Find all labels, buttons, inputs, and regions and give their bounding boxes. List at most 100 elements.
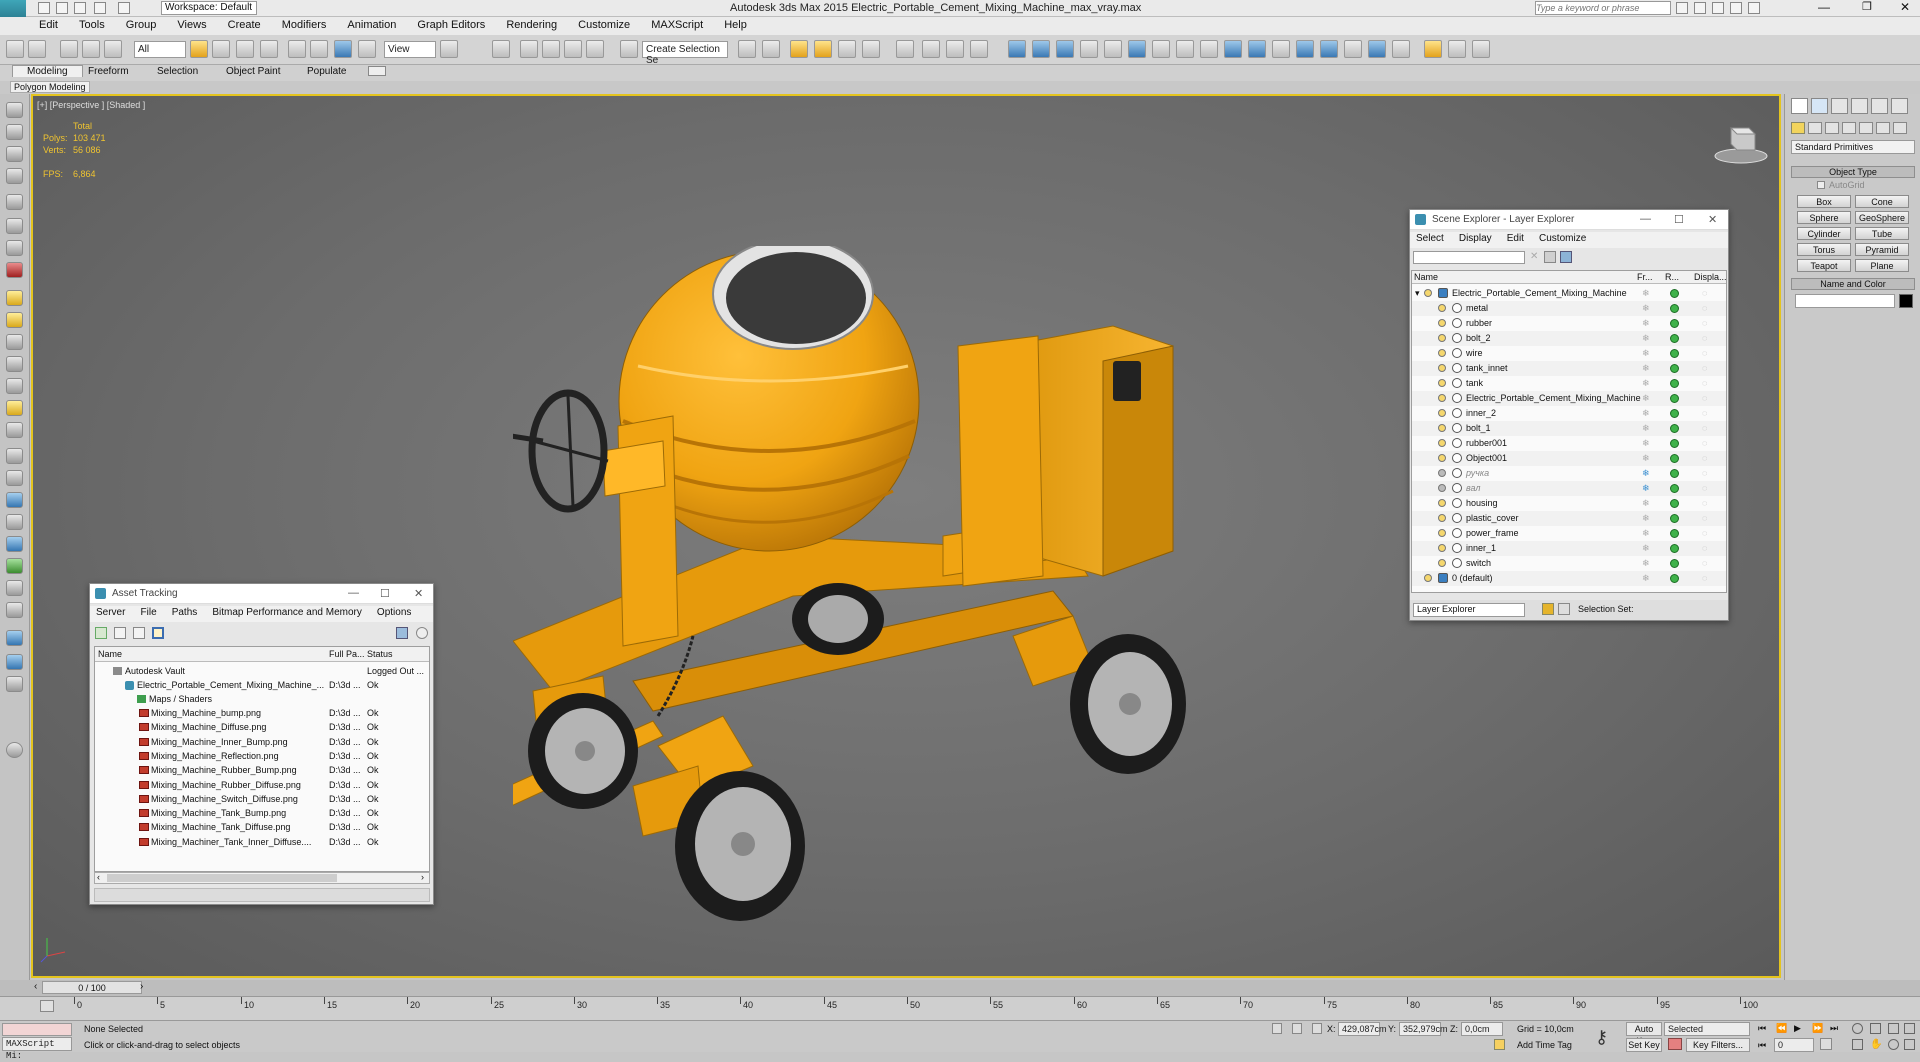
- viewport-tool-20-icon[interactable]: [6, 536, 23, 552]
- at-menu-paths[interactable]: Paths: [166, 606, 204, 619]
- freeze-icon[interactable]: ❄: [1642, 481, 1650, 495]
- vray-scene-converter-icon[interactable]: [1248, 40, 1266, 58]
- visibility-bulb-icon[interactable]: [1438, 334, 1446, 342]
- thumbnail-view-icon[interactable]: [133, 627, 145, 639]
- material-editor-icon[interactable]: [896, 40, 914, 58]
- viewport-tool-23-icon[interactable]: [6, 602, 23, 618]
- snaps-toggle-icon[interactable]: [520, 40, 538, 58]
- col-status[interactable]: Status: [367, 649, 393, 659]
- spinner-snap-icon[interactable]: [586, 40, 604, 58]
- sphere-button[interactable]: Sphere: [1797, 211, 1851, 224]
- freeze-icon[interactable]: ❄: [1642, 376, 1650, 390]
- cameras-icon[interactable]: [1842, 122, 1856, 134]
- pan-icon[interactable]: ✋: [1870, 1039, 1882, 1050]
- vray-dome-icon[interactable]: [1104, 40, 1122, 58]
- visibility-bulb-icon[interactable]: [1438, 304, 1446, 312]
- renderable-icon[interactable]: [1670, 574, 1679, 583]
- undo-icon[interactable]: [94, 2, 106, 14]
- display-box-icon[interactable]: ◌: [1702, 526, 1707, 540]
- viewport-tool-4-icon[interactable]: [6, 168, 23, 184]
- scene-object-row[interactable]: inner_2 ❄ ◌: [1412, 406, 1726, 421]
- edit-named-selection-icon[interactable]: [620, 40, 638, 58]
- menu-rendering[interactable]: Rendering: [497, 17, 566, 31]
- display-box-icon[interactable]: ◌: [1702, 436, 1707, 450]
- viewport-label[interactable]: [+] [Perspective ] [Shaded ]: [37, 100, 145, 110]
- visibility-bulb-icon[interactable]: [1438, 529, 1446, 537]
- vray-lights-lister-icon[interactable]: [1272, 40, 1290, 58]
- visibility-bulb-icon[interactable]: [1424, 289, 1432, 297]
- save-file-icon[interactable]: [74, 2, 86, 14]
- horizontal-scrollbar[interactable]: ‹ ›: [94, 872, 430, 884]
- minimize-icon[interactable]: —: [348, 587, 359, 599]
- renderable-icon[interactable]: [1670, 394, 1679, 403]
- vray-proxy-icon[interactable]: [1128, 40, 1146, 58]
- viewport-tool-25-icon[interactable]: [6, 654, 23, 670]
- visibility-bulb-icon[interactable]: [1438, 424, 1446, 432]
- se-menu-customize[interactable]: Customize: [1533, 232, 1592, 245]
- tab-selection[interactable]: Selection: [157, 66, 198, 77]
- create-tab-icon[interactable]: [1791, 98, 1808, 114]
- display-box-icon[interactable]: ◌: [1702, 511, 1707, 525]
- viewport-tool-22-icon[interactable]: [6, 580, 23, 596]
- layer-icon[interactable]: [1542, 603, 1554, 615]
- viewport-tool-15-icon[interactable]: [6, 422, 23, 438]
- z-coordinate-field[interactable]: 0,0cm: [1461, 1022, 1503, 1036]
- viewport-tool-2-icon[interactable]: [6, 124, 23, 140]
- place-icon[interactable]: [358, 40, 376, 58]
- renderable-icon[interactable]: [1670, 469, 1679, 478]
- absolute-mode-icon[interactable]: [1312, 1023, 1322, 1034]
- renderable-icon[interactable]: [1670, 409, 1679, 418]
- key-mode-dropdown[interactable]: Selected: [1664, 1022, 1750, 1036]
- renderable-icon[interactable]: [1670, 544, 1679, 553]
- col-name[interactable]: Name: [98, 649, 122, 659]
- visibility-bulb-icon[interactable]: [1438, 514, 1446, 522]
- open-file-icon[interactable]: [56, 2, 68, 14]
- redo-icon[interactable]: [28, 40, 46, 58]
- set-key-button[interactable]: Set Key: [1626, 1038, 1662, 1052]
- display-box-icon[interactable]: ◌: [1702, 496, 1707, 510]
- zoom-all-icon[interactable]: [1870, 1023, 1881, 1034]
- viewport-tool-19-icon[interactable]: [6, 514, 23, 530]
- key-mode-toggle-icon[interactable]: ⏮: [1758, 1040, 1766, 1051]
- visibility-bulb-icon[interactable]: [1438, 319, 1446, 327]
- freeze-icon[interactable]: ❄: [1642, 316, 1650, 330]
- viewport-tool-21-icon[interactable]: [6, 558, 23, 574]
- display-box-icon[interactable]: ◌: [1702, 421, 1707, 435]
- visibility-bulb-icon[interactable]: [1438, 454, 1446, 462]
- at-menu-file[interactable]: File: [135, 606, 163, 619]
- clear-search-icon[interactable]: ✕: [1530, 251, 1538, 262]
- viewport-tool-5-icon[interactable]: [6, 194, 23, 210]
- se-menu-display[interactable]: Display: [1453, 232, 1498, 245]
- viewport-tool-14-icon[interactable]: [6, 400, 23, 416]
- key-filter-icon[interactable]: [1668, 1038, 1682, 1050]
- freeze-icon[interactable]: ❄: [1642, 346, 1650, 360]
- set-key-mode-icon[interactable]: ⚷: [1595, 1027, 1608, 1048]
- se-menu-select[interactable]: Select: [1410, 232, 1450, 245]
- new-file-icon[interactable]: [38, 2, 50, 14]
- explorer-type-dropdown[interactable]: Layer Explorer: [1413, 603, 1525, 617]
- menu-modifiers[interactable]: Modifiers: [273, 17, 336, 31]
- scene-object-row[interactable]: bolt_2 ❄ ◌: [1412, 331, 1726, 346]
- asset-row-file[interactable]: Electric_Portable_Cement_Mixing_Machine_…: [95, 678, 429, 693]
- asset-row-vault[interactable]: Autodesk Vault Logged Out ...: [95, 664, 429, 679]
- exchange-icon[interactable]: [1730, 2, 1742, 14]
- x-coordinate-field[interactable]: 429,087cm: [1338, 1022, 1387, 1036]
- maximize-icon[interactable]: ☐: [1674, 213, 1684, 226]
- freeze-icon[interactable]: ❄: [1642, 331, 1650, 345]
- ribbon-options-icon[interactable]: [368, 66, 386, 76]
- scene-object-row[interactable]: вал ❄ ◌: [1412, 481, 1726, 496]
- freeze-icon[interactable]: ❄: [1642, 286, 1650, 300]
- maximize-icon[interactable]: ☐: [380, 587, 390, 600]
- freeze-icon[interactable]: ❄: [1642, 361, 1650, 375]
- scene-object-row[interactable]: tank ❄ ◌: [1412, 376, 1726, 391]
- help-circle-icon[interactable]: [6, 742, 23, 758]
- window-crossing-icon[interactable]: [260, 40, 278, 58]
- col-display[interactable]: Displa...: [1694, 272, 1726, 282]
- visibility-bulb-icon[interactable]: [1438, 364, 1446, 372]
- name-and-color-rollout[interactable]: Name and Color: [1791, 278, 1915, 290]
- freeze-icon[interactable]: ❄: [1642, 526, 1650, 540]
- viewport-tool-16-icon[interactable]: [6, 448, 23, 464]
- display-box-icon[interactable]: ◌: [1702, 301, 1707, 315]
- object-type-rollout[interactable]: Object Type: [1791, 166, 1915, 178]
- rendered-frame-window-icon[interactable]: [946, 40, 964, 58]
